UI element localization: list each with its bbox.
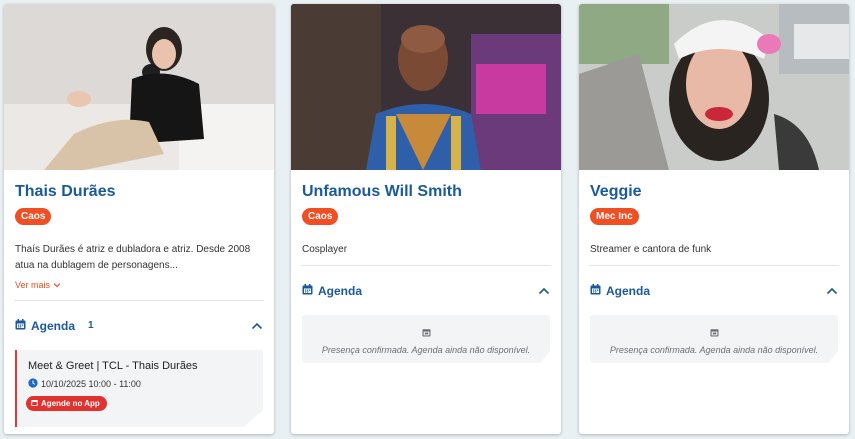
agenda-label: Agenda bbox=[606, 283, 651, 298]
agenda-empty-message: Presença confirmada. Agenda ainda não di… bbox=[321, 345, 531, 355]
schedule-in-app-button[interactable]: Agende no App bbox=[26, 396, 107, 411]
clock-icon bbox=[28, 378, 38, 390]
artist-bio: Thaís Durães é atriz e dubladora e atriz… bbox=[15, 244, 251, 271]
category-badge: Caos bbox=[15, 208, 52, 225]
calendar-icon bbox=[590, 283, 601, 298]
calendar-icon bbox=[710, 324, 719, 341]
artist-bio: Cosplayer bbox=[302, 244, 348, 255]
schedule-in-app-label: Agende no App bbox=[41, 399, 100, 408]
agenda-label: Agenda bbox=[318, 283, 363, 298]
agenda-count: 1 bbox=[88, 320, 94, 331]
agenda-header[interactable]: Agenda bbox=[291, 266, 561, 315]
see-more-link[interactable]: Ver mais bbox=[4, 274, 274, 290]
event-time: 10/10/2025 10:00 - 11:00 bbox=[28, 378, 263, 390]
agenda-empty-message: Presença confirmada. Agenda ainda não di… bbox=[609, 345, 819, 355]
agenda-empty-state: Presença confirmada. Agenda ainda não di… bbox=[590, 315, 838, 363]
agenda-header[interactable]: Agenda 1 bbox=[4, 301, 274, 350]
see-more-label: Ver mais bbox=[15, 280, 51, 290]
calendar-icon bbox=[422, 324, 431, 341]
calendar-icon bbox=[15, 318, 26, 333]
event-time-text: 10/10/2025 10:00 - 11:00 bbox=[41, 379, 141, 389]
agenda-empty-state: Presença confirmada. Agenda ainda não di… bbox=[302, 315, 550, 363]
chevron-up-icon[interactable] bbox=[538, 284, 550, 298]
agenda-event: Meet & Greet | TCL - Thais Durães 10/10/… bbox=[15, 350, 263, 427]
chevron-up-icon[interactable] bbox=[826, 284, 838, 298]
artist-photo bbox=[579, 4, 849, 170]
event-title: Meet & Greet | TCL - Thais Durães bbox=[28, 360, 198, 372]
category-badge: Caos bbox=[302, 208, 339, 225]
category-badge: Mec Inc bbox=[590, 208, 639, 225]
agenda-header[interactable]: Agenda bbox=[579, 266, 849, 315]
calendar-icon bbox=[31, 399, 38, 408]
artist-card-veggie: Veggie Mec Inc Streamer e cantora de fun… bbox=[579, 4, 849, 434]
artist-name: Veggie bbox=[590, 183, 642, 200]
calendar-icon bbox=[302, 283, 313, 298]
chevron-up-icon[interactable] bbox=[251, 319, 263, 333]
artist-name: Thais Durães bbox=[15, 183, 116, 200]
artist-bio: Streamer e cantora de funk bbox=[590, 244, 712, 255]
agenda-label: Agenda bbox=[31, 318, 76, 333]
chevron-down-icon bbox=[53, 280, 61, 290]
artist-photo bbox=[291, 4, 561, 170]
artist-card-thais: Thais Durães Caos Thaís Durães é atriz e… bbox=[4, 4, 274, 434]
artist-card-will-smith: Unfamous Will Smith Caos Cosplayer Agend… bbox=[291, 4, 561, 434]
artist-name: Unfamous Will Smith bbox=[302, 183, 462, 200]
artist-photo bbox=[4, 4, 274, 170]
